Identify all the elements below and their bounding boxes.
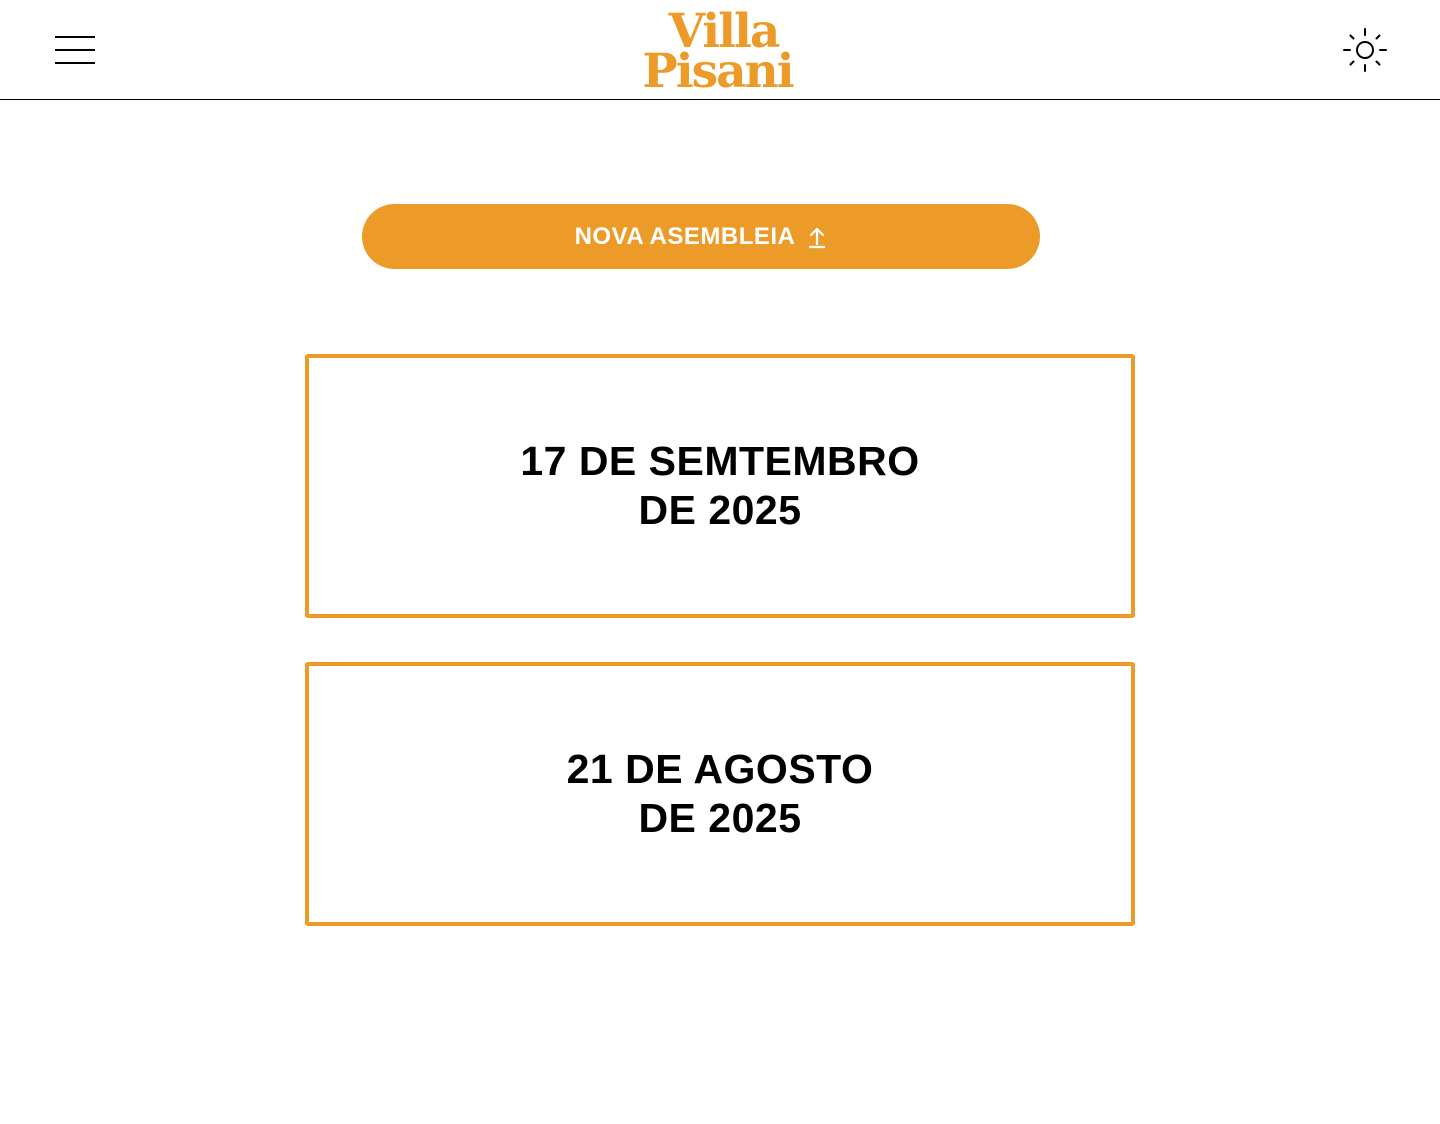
assembly-date: 21 DE AGOSTO DE 2025 [567,745,874,843]
new-assembly-label: NOVA ASEMBLEIA [574,222,796,250]
assembly-date-line-1: 17 DE SEMTEMBRO [520,438,920,484]
logo-line-2: Pisani [642,44,794,99]
new-assembly-button[interactable]: NOVA ASEMBLEIA [362,204,1040,269]
upload-arrow-icon [809,227,826,248]
top-bar: Villa Pisani [0,0,1440,100]
hamburger-icon [55,33,95,67]
menu-button[interactable] [55,33,95,67]
theme-toggle-button[interactable] [1341,26,1389,74]
assembly-date: 17 DE SEMTEMBRO DE 2025 [520,437,919,535]
assembly-date-line-2: DE 2025 [638,487,802,533]
assembly-card[interactable]: 21 DE AGOSTO DE 2025 [305,662,1135,926]
assembly-date-line-2: DE 2025 [638,795,802,841]
assembly-card[interactable]: 17 DE SEMTEMBRO DE 2025 [305,354,1135,618]
site-logo[interactable]: Villa Pisani [620,4,815,96]
sun-icon [1343,28,1387,72]
assembly-date-line-1: 21 DE AGOSTO [566,746,874,792]
